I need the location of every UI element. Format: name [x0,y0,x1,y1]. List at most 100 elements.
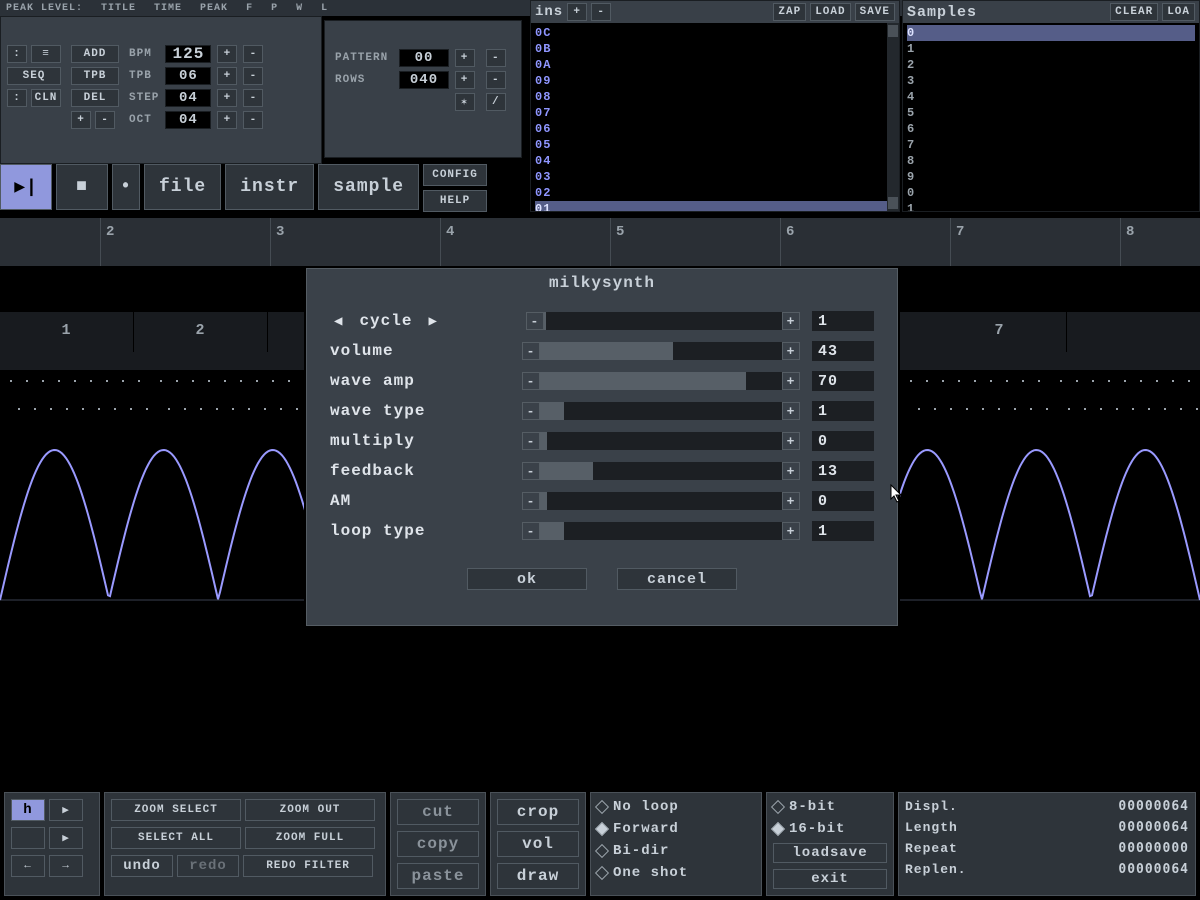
cycle-next[interactable]: ▶ [424,313,441,330]
instrument-row[interactable]: 0C [535,25,895,41]
param-slider[interactable]: -+ [522,432,800,450]
sample-row[interactable]: 6 [907,121,1195,137]
star-button[interactable]: ✶ [455,93,475,111]
blank-button[interactable]: : [7,45,27,63]
instr-button[interactable]: instr [225,164,314,210]
bit-depth-option[interactable]: 8-bit [773,799,887,815]
play-sample-button[interactable]: ▶ [49,799,83,821]
param-dec[interactable]: - [522,492,540,510]
sample-row[interactable]: 0 [907,25,1195,41]
samples-load[interactable]: LOA [1162,3,1195,21]
play2-button[interactable]: ▶ [49,827,83,849]
config-button[interactable]: CONFIG [423,164,487,186]
param-slider[interactable]: -+ [522,462,800,480]
instrument-row[interactable]: 07 [535,105,895,121]
instrument-row[interactable]: 02 [535,185,895,201]
slash-button[interactable]: / [486,93,506,111]
loop-mode-option[interactable]: One shot [597,865,755,881]
rows-inc[interactable]: + [455,71,475,89]
param-inc[interactable]: + [782,342,800,360]
param-slider[interactable]: -+ [522,522,800,540]
param-dec[interactable]: - [522,462,540,480]
ins-save[interactable]: SAVE [855,3,895,21]
sample-row[interactable]: 1 [907,201,1195,211]
sample-row[interactable]: 0 [907,185,1195,201]
instrument-row[interactable]: 08 [535,89,895,105]
cln-button[interactable]: CLN [31,89,61,107]
ins-zap[interactable]: ZAP [773,3,806,21]
instrument-row[interactable]: 01 [535,201,895,211]
param-inc[interactable]: + [782,492,800,510]
h-button[interactable]: h [11,799,45,821]
undo-button[interactable]: undo [111,855,173,877]
tpb-button[interactable]: TPB [71,67,119,85]
sample-row[interactable]: 5 [907,105,1195,121]
select-all-button[interactable]: SELECT ALL [111,827,241,849]
ins-load[interactable]: LOAD [810,3,850,21]
tpb-dec[interactable]: - [243,67,263,85]
instrument-row[interactable]: 04 [535,153,895,169]
loop-mode-option[interactable]: Bi-dir [597,843,755,859]
instrument-row[interactable]: 06 [535,121,895,137]
add-button[interactable]: ADD [71,45,119,63]
file-button[interactable]: file [144,164,221,210]
record-button[interactable]: • [112,164,140,210]
param-dec[interactable]: - [522,432,540,450]
redo-filter-button[interactable]: REDO FILTER [243,855,373,877]
cycle-prev[interactable]: ◀ [330,313,347,330]
dec-button[interactable]: - [95,111,115,129]
menu-button[interactable]: ≡ [31,45,61,63]
zoom-out-button[interactable]: ZOOM OUT [245,799,375,821]
instrument-row[interactable]: 03 [535,169,895,185]
blank2-button[interactable]: : [7,89,27,107]
play-button[interactable]: ▶| [0,164,52,210]
instrument-list[interactable]: 0C0B0A090807060504030201 [531,23,899,211]
pattern-dec[interactable]: - [486,49,506,67]
param-slider[interactable]: -+ [522,402,800,420]
param-inc[interactable]: + [782,312,800,330]
sample-row[interactable]: 3 [907,73,1195,89]
vol-button[interactable]: vol [497,831,579,857]
param-inc[interactable]: + [782,402,800,420]
sample-row[interactable]: 1 [907,41,1195,57]
param-slider[interactable]: -+ [522,372,800,390]
timeline-ruler[interactable]: 2345678 [0,218,1200,266]
param-dec[interactable]: - [526,312,544,330]
nav-left-button[interactable]: ← [11,855,45,877]
loop-mode-option[interactable]: No loop [597,799,755,815]
param-dec[interactable]: - [522,402,540,420]
pattern-inc[interactable]: + [455,49,475,67]
nav-right-button[interactable]: → [49,855,83,877]
cut-button[interactable]: cut [397,799,479,825]
zoom-select-button[interactable]: ZOOM SELECT [111,799,241,821]
inc-button[interactable]: + [71,111,91,129]
step-inc[interactable]: + [217,89,237,107]
ins-scrollbar[interactable] [887,23,899,211]
sample-row[interactable]: 4 [907,89,1195,105]
param-dec[interactable]: - [522,372,540,390]
bpm-dec[interactable]: - [243,45,263,63]
step-dec[interactable]: - [243,89,263,107]
param-inc[interactable]: + [782,462,800,480]
instrument-row[interactable]: 05 [535,137,895,153]
sample-row[interactable]: 2 [907,57,1195,73]
oct-inc[interactable]: + [217,111,237,129]
sample-row[interactable]: 8 [907,153,1195,169]
ins-remove[interactable]: - [591,3,611,21]
help-button[interactable]: HELP [423,190,487,212]
crop-button[interactable]: crop [497,799,579,825]
exit-button[interactable]: exit [773,869,887,889]
rows-dec[interactable]: - [486,71,506,89]
cancel-button[interactable]: cancel [617,568,737,590]
param-slider[interactable]: -+ [526,312,800,330]
seq-button[interactable]: SEQ [7,67,61,85]
param-slider[interactable]: -+ [522,492,800,510]
blank-bottom[interactable] [11,827,45,849]
instrument-row[interactable]: 09 [535,73,895,89]
copy-button[interactable]: copy [397,831,479,857]
instrument-row[interactable]: 0B [535,41,895,57]
bit-depth-option[interactable]: 16-bit [773,821,887,837]
param-inc[interactable]: + [782,522,800,540]
param-slider[interactable]: -+ [522,342,800,360]
loop-mode-option[interactable]: Forward [597,821,755,837]
